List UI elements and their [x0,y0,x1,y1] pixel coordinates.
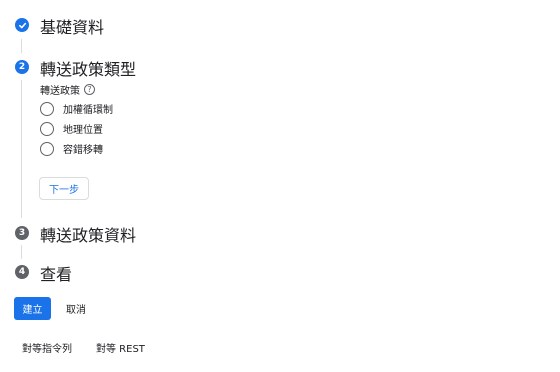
step-4-number-icon: 4 [15,265,29,279]
radio-option-weighted-round-robin[interactable]: 加權循環制 [40,101,113,116]
radio-option-geolocation[interactable]: 地理位置 [40,121,103,136]
radio-button-icon[interactable] [40,101,54,116]
radio-option-failover[interactable]: 容錯移轉 [40,141,103,156]
radio-label: 加權循環制 [63,105,113,116]
step-connector-2 [21,80,22,218]
step-3-number-icon: 3 [15,226,29,240]
step-2-number-icon: 2 [15,60,29,74]
step-connector-3 [21,245,22,259]
step-4-title[interactable]: 查看 [40,261,72,285]
policy-field-label: 轉送政策 ? [40,82,95,97]
equivalent-rest-link[interactable]: 對等 REST [96,339,145,355]
step-connector-1 [21,39,22,53]
help-circle-icon[interactable]: ? [84,84,95,95]
radio-label: 地理位置 [63,125,103,136]
policy-label-text: 轉送政策 [40,86,80,97]
step-3-title[interactable]: 轉送政策資料 [40,222,136,246]
radio-button-icon[interactable] [40,121,54,136]
radio-label: 容錯移轉 [63,145,103,156]
step-1-title[interactable]: 基礎資料 [40,14,104,38]
create-button[interactable]: 建立 [14,297,51,320]
cancel-button[interactable]: 取消 [58,297,94,320]
next-step-button[interactable]: 下一步 [39,177,89,200]
radio-button-icon[interactable] [40,141,54,156]
step-2-title[interactable]: 轉送政策類型 [40,56,136,80]
step-1-check-icon [15,18,29,32]
equivalent-command-line-link[interactable]: 對等指令列 [22,339,72,355]
